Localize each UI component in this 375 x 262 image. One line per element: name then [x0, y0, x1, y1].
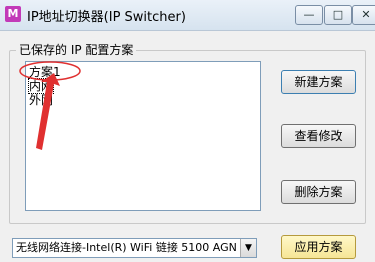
- maximize-button[interactable]: □: [324, 5, 352, 25]
- saved-profiles-label: 已保存的 IP 配置方案: [16, 41, 137, 58]
- profile-list[interactable]: 方案1 内网 外网: [25, 61, 261, 211]
- close-button[interactable]: ✕: [352, 5, 375, 25]
- adapter-select-value: 无线网络连接-Intel(R) WiFi 链接 5100 AGN: [16, 241, 237, 254]
- new-profile-button[interactable]: 新建方案: [281, 70, 356, 94]
- list-item-extranet[interactable]: 外网: [29, 93, 53, 107]
- delete-profile-button[interactable]: 删除方案: [281, 180, 356, 204]
- view-edit-button[interactable]: 查看修改: [281, 124, 356, 148]
- list-item-profile-1[interactable]: 方案1: [29, 65, 61, 79]
- list-item-intranet[interactable]: 内网: [27, 78, 55, 94]
- minimize-button[interactable]: —: [295, 5, 323, 25]
- adapter-select[interactable]: 无线网络连接-Intel(R) WiFi 链接 5100 AGN ▼: [12, 238, 257, 258]
- chevron-down-icon[interactable]: ▼: [240, 239, 256, 257]
- apply-profile-button[interactable]: 应用方案: [281, 235, 356, 259]
- window-title: IP地址切换器(IP Switcher): [27, 10, 186, 25]
- title-bar: M IP地址切换器(IP Switcher) — □ ✕: [0, 0, 375, 31]
- app-icon: M: [5, 6, 21, 22]
